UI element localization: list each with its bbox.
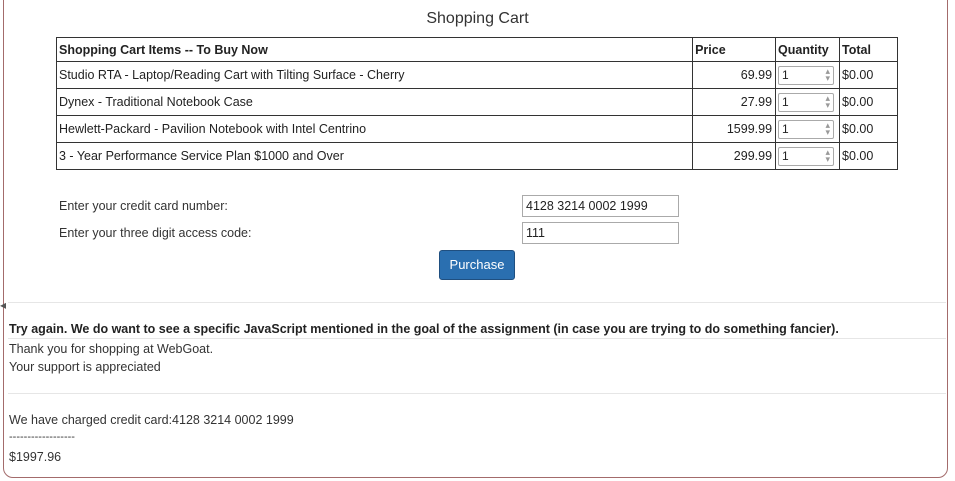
table-row: Dynex - Traditional Notebook Case 27.99 … — [55, 88, 898, 116]
quantity-value: 1 — [782, 122, 789, 136]
column-header-total: Total — [839, 37, 898, 62]
item-name: Hewlett-Packard - Pavilion Notebook with… — [55, 115, 694, 143]
divider — [8, 338, 946, 339]
item-name: 3 - Year Performance Service Plan $1000 … — [55, 142, 694, 170]
spinner-arrows-icon[interactable]: ▴ ▾ — [826, 94, 831, 110]
quantity-value: 1 — [782, 68, 789, 82]
page-title: Shopping Cart — [426, 10, 529, 27]
table-header-row: Shopping Cart Items -- To Buy Now Price … — [55, 37, 898, 62]
item-price: 299.99 — [692, 142, 777, 170]
column-header-price: Price — [692, 37, 777, 62]
quantity-cell: 1 ▴ ▾ — [775, 88, 841, 116]
item-price: 1599.99 — [692, 115, 777, 143]
quantity-cell: 1 ▴ ▾ — [775, 142, 841, 170]
spinner-arrows-icon[interactable]: ▴ ▾ — [826, 121, 831, 137]
quantity-stepper[interactable]: 1 ▴ ▾ — [778, 65, 835, 85]
feedback-message: Try again. We do want to see a specific … — [9, 322, 839, 336]
item-total: $0.00 — [839, 115, 898, 143]
access-code-input[interactable]: 111 — [522, 222, 679, 244]
quantity-stepper[interactable]: 1 ▴ ▾ — [778, 146, 835, 166]
quantity-value: 1 — [782, 95, 789, 109]
quantity-stepper[interactable]: 1 ▴ ▾ — [778, 119, 835, 139]
thanks-message: Thank you for shopping at WebGoat. — [9, 342, 214, 356]
quantity-cell: 1 ▴ ▾ — [775, 61, 841, 89]
column-header-quantity: Quantity — [775, 37, 841, 62]
item-total: $0.00 — [839, 88, 898, 116]
access-code-label: Enter your three digit access code: — [59, 226, 252, 240]
item-price: 69.99 — [692, 61, 777, 89]
item-name: Dynex - Traditional Notebook Case — [55, 88, 694, 116]
divider — [8, 302, 946, 303]
quantity-stepper[interactable]: 1 ▴ ▾ — [778, 92, 835, 112]
item-price: 27.99 — [692, 88, 777, 116]
divider — [8, 393, 946, 394]
item-total: $0.00 — [839, 142, 898, 170]
cart-table: Shopping Cart Items -- To Buy Now Price … — [55, 37, 898, 170]
purchase-button[interactable]: Purchase — [439, 250, 515, 280]
separator-line: ------------------ — [9, 431, 75, 443]
credit-card-label: Enter your credit card number: — [59, 199, 228, 213]
table-row: Hewlett-Packard - Pavilion Notebook with… — [55, 115, 898, 143]
charged-amount: $1997.96 — [9, 450, 62, 464]
spinner-arrows-icon[interactable]: ▴ ▾ — [826, 67, 831, 83]
table-row: Studio RTA - Laptop/Reading Cart with Ti… — [55, 61, 898, 89]
charged-message: We have charged credit card:4128 3214 00… — [9, 413, 294, 427]
quantity-value: 1 — [782, 149, 789, 163]
quantity-cell: 1 ▴ ▾ — [775, 115, 841, 143]
item-total: $0.00 — [839, 61, 898, 89]
spinner-arrows-icon[interactable]: ▴ ▾ — [826, 148, 831, 164]
mouse-cursor-icon: ◂ — [0, 298, 7, 312]
table-row: 3 - Year Performance Service Plan $1000 … — [55, 142, 898, 170]
item-name: Studio RTA - Laptop/Reading Cart with Ti… — [55, 61, 694, 89]
support-message: Your support is appreciated — [9, 360, 161, 374]
credit-card-input[interactable]: 4128 3214 0002 1999 — [522, 195, 679, 217]
column-header-item: Shopping Cart Items -- To Buy Now — [55, 37, 694, 62]
